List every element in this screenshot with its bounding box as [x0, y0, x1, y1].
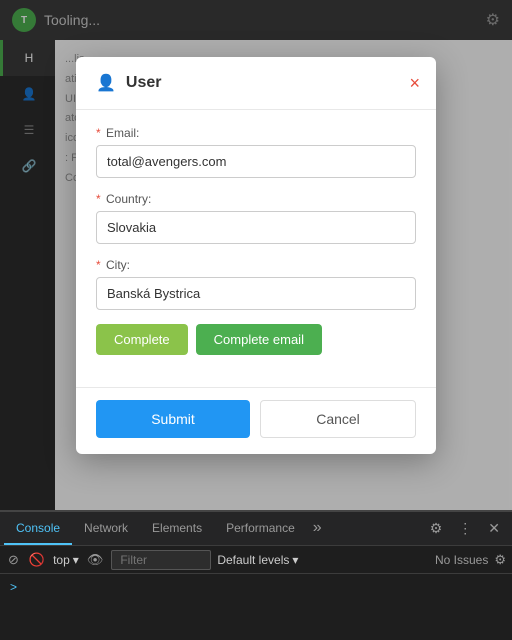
devtools-content: > [0, 574, 512, 600]
tab-network[interactable]: Network [72, 512, 140, 545]
modal-footer: Submit Cancel [76, 387, 436, 454]
no-issues-label: No Issues [435, 553, 488, 567]
prompt-chevron-icon: > [10, 580, 17, 594]
console-clear-icon[interactable]: ⊘ [6, 550, 21, 570]
devtools-settings-icon[interactable]: ⚙ [426, 518, 447, 539]
chevron-down-icon: ▾ [73, 553, 79, 567]
modal-overlay: 👤 User × * Email: * Country: [0, 0, 512, 510]
more-tabs-button[interactable]: » [307, 512, 328, 545]
modal-title: User [126, 74, 162, 92]
devtools-close-icon[interactable]: ✕ [484, 518, 504, 539]
levels-chevron-icon: ▾ [292, 553, 298, 567]
city-label: * City: [96, 258, 416, 272]
console-settings-icon[interactable]: ⚙ [494, 552, 506, 568]
email-form-group: * Email: [96, 126, 416, 178]
country-input[interactable] [96, 211, 416, 244]
devtools-panel: Console Network Elements Performance » ⚙… [0, 510, 512, 640]
modal-header: 👤 User × [76, 57, 436, 110]
devtools-toolbar: ⊘ 🚫 top ▾ 👁 Default levels ▾ No Issues ⚙ [0, 546, 512, 574]
tab-performance[interactable]: Performance [214, 512, 307, 545]
user-modal: 👤 User × * Email: * Country: [76, 57, 436, 454]
city-input[interactable] [96, 277, 416, 310]
country-form-group: * Country: [96, 192, 416, 244]
console-prompt[interactable]: > [10, 580, 502, 594]
country-required-marker: * [96, 192, 101, 206]
complete-email-button[interactable]: Complete email [196, 324, 322, 355]
log-levels-select[interactable]: Default levels ▾ [217, 553, 298, 567]
cancel-button[interactable]: Cancel [260, 400, 416, 438]
country-label: * Country: [96, 192, 416, 206]
tab-console[interactable]: Console [4, 512, 72, 545]
eye-icon[interactable]: 👁 [85, 550, 106, 570]
email-label: * Email: [96, 126, 416, 140]
devtools-more-icon[interactable]: ⋮ [454, 518, 476, 539]
city-form-group: * City: [96, 258, 416, 310]
devtools-right-icons: ⚙ ⋮ ✕ [426, 518, 508, 539]
tab-elements[interactable]: Elements [140, 512, 214, 545]
modal-body: * Email: * Country: * City: [76, 110, 436, 387]
autocomplete-buttons: Complete Complete email [96, 324, 416, 355]
console-filter-icon[interactable]: 🚫 [27, 550, 47, 570]
context-select[interactable]: top ▾ [53, 553, 79, 567]
email-input[interactable] [96, 145, 416, 178]
email-required-marker: * [96, 126, 101, 140]
devtools-tabs-bar: Console Network Elements Performance » ⚙… [0, 512, 512, 546]
city-required-marker: * [96, 258, 101, 272]
modal-close-button[interactable]: × [409, 74, 420, 92]
complete-button[interactable]: Complete [96, 324, 188, 355]
user-icon: 👤 [96, 73, 116, 93]
submit-button[interactable]: Submit [96, 400, 250, 438]
console-filter-input[interactable] [111, 550, 211, 570]
